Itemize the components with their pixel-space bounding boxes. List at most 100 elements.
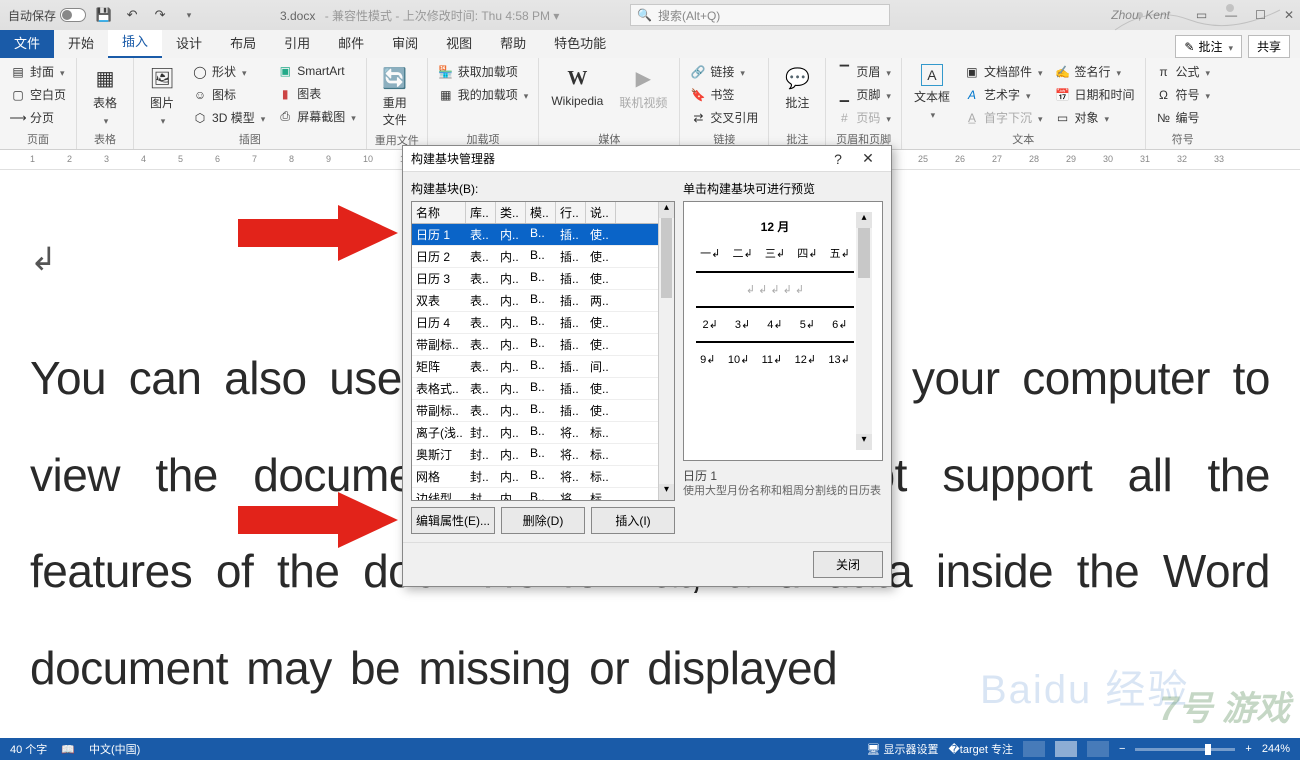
- toggle-off-icon[interactable]: [60, 8, 86, 22]
- list-row[interactable]: 日历 3表..内..B..插..使..: [412, 268, 658, 290]
- page-break-button[interactable]: ⟶分页: [8, 108, 68, 127]
- get-addins-button[interactable]: 🏪获取加载项: [436, 62, 531, 81]
- read-mode-icon[interactable]: [1023, 741, 1045, 757]
- tab-review[interactable]: 审阅: [378, 27, 432, 58]
- number-button[interactable]: №编号: [1154, 108, 1213, 127]
- signature-button[interactable]: ✍签名行: [1053, 62, 1137, 81]
- reuse-files-button[interactable]: 🔄重用 文件: [375, 62, 415, 130]
- list-row[interactable]: 矩阵表..内..B..插..间..: [412, 356, 658, 378]
- chart-button[interactable]: ▮图表: [275, 84, 358, 103]
- bookmark-button[interactable]: 🔖书签: [688, 85, 760, 104]
- preview-scrollbar[interactable]: ▴ ▾: [856, 212, 872, 450]
- table-button[interactable]: ▦表格: [85, 62, 125, 129]
- qat-more-icon[interactable]: [180, 7, 196, 23]
- web-layout-icon[interactable]: [1087, 741, 1109, 757]
- status-bar: 40 个字 📖 中文(中国) 🖥 显示器设置 �target 专注 − + 24…: [0, 738, 1300, 760]
- language-status[interactable]: 中文(中国): [89, 741, 140, 757]
- screenshot-button[interactable]: ⎙屏幕截图: [275, 107, 358, 126]
- tab-mailings[interactable]: 邮件: [324, 27, 378, 58]
- header-button[interactable]: ▔页眉: [834, 62, 893, 81]
- datetime-button[interactable]: 📅日期和时间: [1053, 85, 1137, 104]
- object-button[interactable]: ▭对象: [1053, 108, 1137, 127]
- redo-icon[interactable]: ↷: [152, 7, 168, 23]
- word-count[interactable]: 40 个字: [10, 741, 47, 757]
- online-video-button[interactable]: ▶联机视频: [615, 62, 671, 113]
- comment-button[interactable]: 💬批注: [777, 62, 817, 113]
- user-name[interactable]: Zhou, Kent: [1111, 8, 1170, 22]
- spellcheck-icon[interactable]: 📖: [61, 743, 75, 756]
- my-addins-button[interactable]: ▦我的加载项: [436, 85, 531, 104]
- 3dmodel-button[interactable]: ⬡3D 模型: [190, 108, 267, 127]
- comments-button[interactable]: ✎批注: [1175, 35, 1242, 58]
- blank-page-button[interactable]: ▢空白页: [8, 85, 68, 104]
- cover-page-button[interactable]: ▤封面: [8, 62, 68, 81]
- scroll-thumb[interactable]: [661, 218, 672, 298]
- paragraph-mark-icon: ↲: [30, 240, 57, 278]
- crossref-button[interactable]: ⇄交叉引用: [688, 108, 760, 127]
- zoom-level[interactable]: 244%: [1262, 743, 1290, 755]
- building-blocks-list[interactable]: 名称库..类..模..行..说..日历 1表..内..B..插..使..日历 2…: [411, 201, 675, 501]
- equation-button[interactable]: π公式: [1154, 62, 1213, 81]
- minimize-icon[interactable]: —: [1225, 8, 1237, 22]
- tab-design[interactable]: 设计: [162, 27, 216, 58]
- list-row[interactable]: 带副标..表..内..B..插..使..: [412, 334, 658, 356]
- tab-view[interactable]: 视图: [432, 27, 486, 58]
- undo-icon[interactable]: ↶: [124, 7, 140, 23]
- list-scrollbar[interactable]: ▴ ▾: [658, 202, 674, 500]
- icons-button[interactable]: ☺图标: [190, 85, 267, 104]
- zoom-out-icon[interactable]: −: [1119, 743, 1125, 755]
- print-layout-icon[interactable]: [1055, 741, 1077, 757]
- save-icon[interactable]: 💾: [96, 7, 112, 23]
- focus-mode[interactable]: �target 专注: [949, 741, 1013, 757]
- symbol-button[interactable]: Ω符号: [1154, 85, 1213, 104]
- dropcap-button[interactable]: A̲首字下沉: [962, 108, 1045, 127]
- tab-file[interactable]: 文件: [0, 27, 54, 58]
- dialog-close-icon[interactable]: ✕: [853, 150, 883, 167]
- shapes-button[interactable]: ◯形状: [190, 62, 267, 81]
- smartart-button[interactable]: ▣SmartArt: [275, 62, 358, 80]
- tab-layout[interactable]: 布局: [216, 27, 270, 58]
- pagenumber-button[interactable]: #页码: [834, 108, 893, 127]
- dialog-help-icon[interactable]: ?: [823, 151, 853, 167]
- list-row[interactable]: 双表表..内..B..插..两..: [412, 290, 658, 312]
- ribbon-options-icon[interactable]: ▭: [1196, 8, 1207, 22]
- share-button[interactable]: 共享: [1248, 35, 1290, 58]
- search-input[interactable]: 🔍 搜索(Alt+Q): [630, 4, 890, 26]
- footer-button[interactable]: ▁页脚: [834, 85, 893, 104]
- list-row[interactable]: 带副标..表..内..B..插..使..: [412, 400, 658, 422]
- close-icon[interactable]: ✕: [1284, 8, 1294, 22]
- maximize-icon[interactable]: ☐: [1255, 8, 1266, 22]
- quick-access-toolbar: 💾 ↶ ↷: [96, 7, 196, 23]
- group-illustrations: 🖼图片 ◯形状 ☺图标 ⬡3D 模型 ▣SmartArt ▮图表 ⎙屏幕截图 插…: [134, 58, 367, 149]
- list-row[interactable]: 奥斯汀封..内..B..将..标..: [412, 444, 658, 466]
- link-button[interactable]: 🔗链接: [688, 62, 760, 81]
- quickparts-button[interactable]: ▣文档部件: [962, 62, 1045, 81]
- list-row[interactable]: 表格式..表..内..B..插..使..: [412, 378, 658, 400]
- display-settings[interactable]: 🖥 显示器设置: [866, 741, 938, 757]
- autosave-toggle[interactable]: 自动保存: [8, 7, 86, 24]
- zoom-slider[interactable]: [1135, 748, 1235, 751]
- wordart-button[interactable]: A艺术字: [962, 85, 1045, 104]
- list-row[interactable]: 边线型封..内..B..将..标..: [412, 488, 658, 500]
- tab-home[interactable]: 开始: [54, 27, 108, 58]
- delete-button[interactable]: 删除(D): [501, 507, 585, 534]
- list-row[interactable]: 网格封..内..B..将..标..: [412, 466, 658, 488]
- dialog-titlebar[interactable]: 构建基块管理器 ? ✕: [403, 146, 891, 172]
- scroll-up-icon[interactable]: ▴: [659, 202, 674, 218]
- edit-properties-button[interactable]: 编辑属性(E)...: [411, 507, 495, 534]
- textbox-button[interactable]: A文本框: [910, 62, 954, 123]
- list-row[interactable]: 日历 4表..内..B..插..使..: [412, 312, 658, 334]
- insert-button[interactable]: 插入(I): [591, 507, 675, 534]
- zoom-in-icon[interactable]: +: [1245, 743, 1251, 755]
- list-row[interactable]: 日历 2表..内..B..插..使..: [412, 246, 658, 268]
- blank-icon: ▢: [10, 87, 26, 103]
- scroll-down-icon[interactable]: ▾: [659, 484, 674, 500]
- pictures-button[interactable]: 🖼图片: [142, 62, 182, 129]
- close-button[interactable]: 关闭: [813, 551, 883, 578]
- tab-special[interactable]: 特色功能: [540, 27, 620, 58]
- tab-help[interactable]: 帮助: [486, 27, 540, 58]
- list-row[interactable]: 离子(浅..封..内..B..将..标..: [412, 422, 658, 444]
- wikipedia-button[interactable]: WWikipedia: [547, 62, 607, 110]
- list-row[interactable]: 日历 1表..内..B..插..使..: [412, 224, 658, 246]
- tab-references[interactable]: 引用: [270, 27, 324, 58]
